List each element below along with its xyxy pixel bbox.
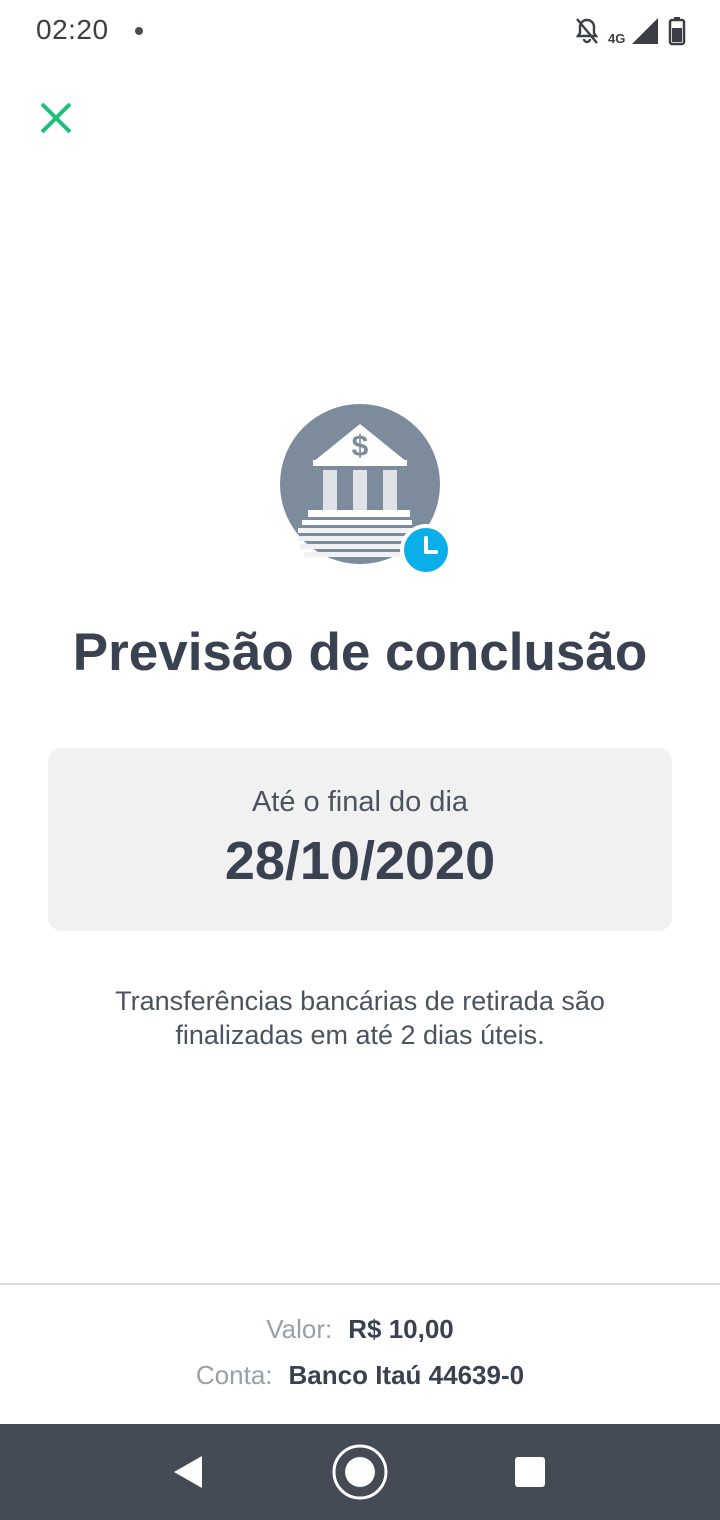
divider bbox=[0, 1283, 720, 1285]
bank-clock-icon: $ bbox=[280, 404, 452, 576]
status-time: 02:20 bbox=[36, 14, 109, 45]
summary-conta-row: Conta: Banco Itaú 44639-0 bbox=[0, 1360, 720, 1391]
signal-icon: 4G bbox=[608, 18, 658, 46]
info-text: Transferências bancárias de retirada são… bbox=[115, 986, 605, 1050]
close-button[interactable] bbox=[34, 96, 78, 140]
status-bar: 02:20 4G bbox=[0, 0, 720, 64]
system-nav-bar bbox=[0, 1424, 720, 1520]
bell-off-icon bbox=[575, 18, 599, 44]
nav-recent-button[interactable] bbox=[500, 1442, 560, 1502]
valor-value: R$ 10,00 bbox=[348, 1314, 454, 1344]
status-icons: 4G bbox=[574, 16, 686, 46]
date-card-label: Até o final do dia bbox=[251, 786, 469, 818]
valor-label: Valor: bbox=[266, 1314, 333, 1344]
battery-icon bbox=[668, 17, 686, 46]
conta-label: Conta: bbox=[195, 1360, 273, 1390]
recent-apps-icon bbox=[515, 1457, 545, 1487]
conta-value: Banco Itaú 44639-0 bbox=[288, 1360, 525, 1390]
notification-dot-icon bbox=[135, 27, 143, 35]
page-title: Previsão de conclusão bbox=[72, 623, 648, 682]
completion-date-card: Até o final do dia 28/10/2020 bbox=[48, 748, 672, 931]
network-type: 4G bbox=[608, 31, 625, 46]
home-icon bbox=[332, 1444, 388, 1500]
close-icon bbox=[40, 102, 72, 134]
completion-date: 28/10/2020 bbox=[224, 831, 496, 891]
back-icon bbox=[174, 1456, 202, 1488]
summary-valor-row: Valor: R$ 10,00 bbox=[0, 1314, 720, 1345]
nav-home-button[interactable] bbox=[330, 1442, 390, 1502]
nav-back-button[interactable] bbox=[158, 1442, 218, 1502]
svg-text:$: $ bbox=[352, 430, 369, 463]
hero-illustration: $ bbox=[270, 398, 460, 578]
